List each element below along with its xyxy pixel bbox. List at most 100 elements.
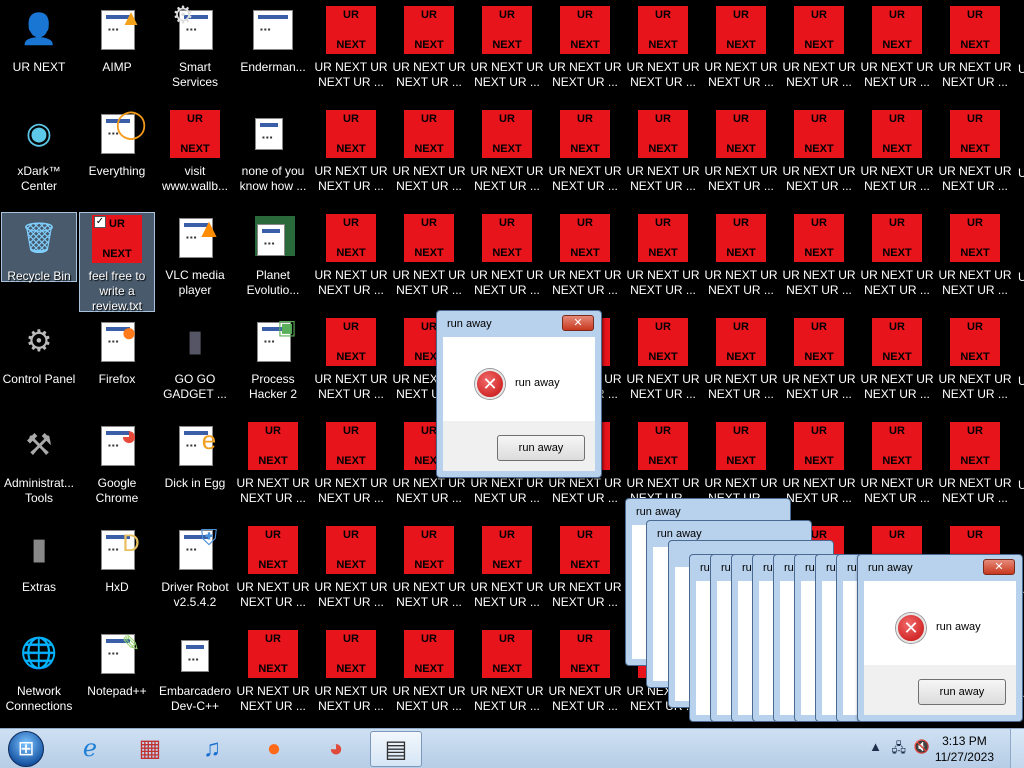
desktop-icon-driver-robot[interactable]: ⛨ Driver Robot v2.5.4.2	[157, 524, 233, 624]
taskbar-ie[interactable]: ℯ	[64, 731, 116, 767]
taskbar-firefox[interactable]: ●	[248, 731, 300, 767]
desktop-icon-hxd[interactable]: D HxD	[79, 524, 155, 624]
desktop-icon-planet-evolution[interactable]: Planet Evolutio...	[235, 212, 311, 312]
desktop-icon-notepadpp[interactable]: ✎ Notepad++	[79, 628, 155, 728]
desktop-tile[interactable]: URNEXT UR NEXT UR NEXT UR ...	[937, 420, 1013, 520]
system-clock[interactable]: 3:13 PM 11/27/2023	[935, 733, 994, 765]
desktop-tile[interactable]: URNEXT UR NEXT UR NEXT UR ...	[859, 212, 935, 312]
show-desktop-button[interactable]	[1010, 729, 1024, 768]
desktop-tile[interactable]: URNEXT UR NEXT UR NEXT UR ...	[391, 4, 467, 104]
desktop-tile[interactable]: URNEXT UR NEXT UR NEXT UR ...	[547, 524, 623, 624]
checkbox-icon[interactable]: ✓	[94, 216, 106, 228]
desktop-tile[interactable]: URNEXT UR NEXT UR NEXT UR ...	[313, 108, 389, 208]
desktop-icon-everything[interactable]: ◯ Everything	[79, 108, 155, 208]
desktop-icon-recycle-bin[interactable]: 🗑 Recycle Bin	[1, 212, 77, 283]
desktop-tile[interactable]: URNEXT UR NEXT UR NEXT UR ...	[313, 212, 389, 312]
desktop-tile[interactable]: URNEXT UR NEXT UR NEXT UR ...	[469, 628, 545, 728]
desktop-tile[interactable]: UR NEXT UR NEXT UR NEXT UR ...	[235, 628, 311, 728]
desktop-icon-xdark-center[interactable]: ◉ xDark™ Center	[1, 108, 77, 208]
volume-muted-icon[interactable]: 🔇	[914, 739, 930, 755]
desktop-tile[interactable]: URNEXT UR NEXT UR NEXT UR ...	[859, 420, 935, 520]
error-dialog[interactable]: run away ✕ ✕ run away run away	[436, 310, 602, 478]
taskbar-store[interactable]: ▦	[124, 731, 176, 767]
desktop-icon-google-chrome[interactable]: ◕ Google Chrome	[79, 420, 155, 520]
desktop-icon-admin-tools[interactable]: ⚒ Administrat... Tools	[1, 420, 77, 520]
desktop-tile[interactable]: URNEXT UR NEXT UR NEXT UR ...	[703, 4, 779, 104]
error-dialog[interactable]: run away ✕ ✕ run away run away	[857, 554, 1023, 722]
desktop-tile[interactable]: URNEXT UR NEXT UR NEXT UR ...	[859, 4, 935, 104]
show-hidden-icons[interactable]: ▲	[869, 739, 882, 754]
desktop-tile[interactable]: URNEXT UR NEXT UR NEXT UR ...	[547, 108, 623, 208]
desktop-tile[interactable]: URNEXT UR NEXT UR NEXT UR ...	[859, 108, 935, 208]
desktop-icon-visit-wallb[interactable]: UR NEXT visit www.wallb...	[157, 108, 233, 208]
desktop-tile[interactable]: URNEXT UR NEXT UR NEXT UR ...	[391, 524, 467, 624]
desktop-tile[interactable]: URNEXT UR NEXT UR NEXT UR ...	[937, 212, 1013, 312]
start-button[interactable]	[6, 731, 46, 767]
desktop-tile[interactable]: URNEXT UR NEXT UR NEXT UR ...	[781, 4, 857, 104]
desktop-tile[interactable]: URNEXT UR NEXT UR NEXT UR ...	[313, 628, 389, 728]
desktop-tile[interactable]: URNEXT UR NEXT UR NEXT UR ...	[313, 316, 389, 416]
desktop-icon-review-txt[interactable]: UR NEXT ✓ feel free to write a review.tx…	[79, 212, 155, 313]
desktop-icon-smart-services[interactable]: ⚙ Smart Services	[157, 2, 233, 104]
desktop-tile[interactable]: URNEXT UR NEXT UR NEXT UR ...	[781, 316, 857, 416]
run-away-button[interactable]: run away	[497, 435, 585, 461]
desktop-icon-label: UR NEXT UR NEXT UR ...	[938, 268, 1012, 297]
desktop-icon-aimp[interactable]: ▲ AIMP	[79, 4, 155, 104]
desktop-tile[interactable]: URNEXT UR NEXT UR NEXT UR ...	[937, 4, 1013, 104]
taskbar: ℯ ▦ ♫ ● ◕ ▤ ▲ 🖧 🔇 3:13 PM 11/27/2023	[0, 728, 1024, 768]
desktop-icon-process-hacker[interactable]: ▣ Process Hacker 2	[235, 316, 311, 416]
desktop-tile[interactable]: URNEXT UR NEXT UR NEXT UR ...	[313, 420, 389, 520]
desktop-icon-go-go-gadget[interactable]: ▮ GO GO GADGET ...	[157, 316, 233, 416]
desktop-icon-control-panel[interactable]: ⚙ Control Panel	[1, 316, 77, 416]
taskbar-chrome[interactable]: ◕	[310, 731, 362, 767]
desktop-tile[interactable]: URNEXT UR NEXT UR NEXT UR ...	[391, 212, 467, 312]
desktop-tile[interactable]: URNEXT UR NEXT UR NEXT UR ...	[625, 212, 701, 312]
desktop-tile[interactable]: URNEXT UR NEXT UR NEXT UR ...	[391, 628, 467, 728]
desktop-tile[interactable]: URNEXT UR NEXT UR NEXT UR ...	[937, 108, 1013, 208]
taskbar-music[interactable]: ♫	[186, 731, 238, 767]
desktop-tile[interactable]: URNEXT UR NEXT UR NEXT UR ...	[625, 316, 701, 416]
desktop-icon-network-connections[interactable]: 🌐 Network Connections	[1, 628, 77, 728]
notepad-icon: ▤	[384, 736, 408, 763]
desktop-tile[interactable]: URNEXT UR NEXT UR NEXT UR ...	[703, 108, 779, 208]
desktop-tile[interactable]: UR NEXT UR NEXT UR NEXT UR ...	[235, 420, 311, 520]
desktop-tile[interactable]: URNEXT UR NEXT UR NEXT UR ...	[313, 524, 389, 624]
desktop-tile[interactable]: URNEXT UR NEXT UR NEXT UR ...	[703, 316, 779, 416]
aimp-icon: ▲	[93, 5, 142, 54]
close-button[interactable]: ✕	[983, 559, 1015, 575]
network-tray-icon[interactable]: 🖧	[892, 739, 907, 761]
desktop-icon-enderman[interactable]: Enderman...	[235, 4, 311, 104]
desktop-tile[interactable]: URNEXT UR NEXT UR NEXT UR ...	[547, 212, 623, 312]
desktop-tile[interactable]: URNEXT UR NEXT UR NEXT UR ...	[391, 108, 467, 208]
desktop-icon-label: UR NEXT UR NEXT UR ...	[938, 164, 1012, 193]
desktop-tile[interactable]: URNEXT UR NEXT UR NEXT UR ...	[781, 212, 857, 312]
desktop-tile[interactable]: URNEXT UR NEXT UR NEXT UR ...	[469, 108, 545, 208]
desktop-tile[interactable]: URNEXT UR NEXT UR NEXT UR ...	[469, 524, 545, 624]
desktop-icon-vlc[interactable]: ▲ VLC media player	[157, 212, 233, 312]
run-away-button[interactable]: run away	[918, 679, 1006, 705]
taskbar-notepad[interactable]: ▤	[370, 731, 422, 767]
desktop-tile[interactable]: URNEXT UR NEXT UR NEXT UR ...	[313, 4, 389, 104]
desktop-icon-firefox[interactable]: ● Firefox	[79, 316, 155, 416]
desktop-tile[interactable]: UR NEXT UR NEXT UR NEXT UR ...	[235, 524, 311, 624]
desktop-tile[interactable]: URNEXT UR NEXT UR NEXT UR ...	[781, 420, 857, 520]
close-button[interactable]: ✕	[562, 315, 594, 331]
desktop-icon-label: UR NEXT UR NEXT UR ...	[860, 372, 934, 401]
desktop-tile[interactable]: URNEXT UR NEXT UR NEXT UR ...	[703, 212, 779, 312]
desktop-icon-extras[interactable]: ▮ Extras	[1, 524, 77, 624]
red-tile-icon: URNEXT	[326, 214, 376, 262]
dialog-title: ru	[721, 562, 731, 574]
desktop-tile[interactable]: URNEXT UR NEXT UR NEXT UR ...	[469, 212, 545, 312]
desktop-icon-ur-next[interactable]: 👤 UR NEXT	[1, 4, 77, 104]
desktop-tile[interactable]: URNEXT UR NEXT UR NEXT UR ...	[547, 628, 623, 728]
desktop-tile[interactable]: URNEXT UR NEXT UR NEXT UR ...	[781, 108, 857, 208]
desktop-tile[interactable]: URNEXT UR NEXT UR NEXT UR ...	[937, 316, 1013, 416]
desktop-tile[interactable]: URNEXT UR NEXT UR NEXT UR ...	[547, 4, 623, 104]
desktop-tile[interactable]: URNEXT UR NEXT UR NEXT UR ...	[859, 316, 935, 416]
desktop-icon-dev-cpp[interactable]: ● Embarcadero Dev-C++	[157, 628, 233, 728]
desktop-tile[interactable]: URNEXT UR NEXT UR NEXT UR ...	[625, 108, 701, 208]
desktop-tile[interactable]: URNEXT UR NEXT UR NEXT UR ...	[625, 4, 701, 104]
desktop-tile[interactable]: URNEXT UR NEXT UR NEXT UR ...	[469, 4, 545, 104]
desktop-icon-dick-in-egg[interactable]: e Dick in Egg	[157, 420, 233, 520]
desktop-icon-none-of-you[interactable]: ◕ none of you know how ...	[235, 108, 311, 208]
